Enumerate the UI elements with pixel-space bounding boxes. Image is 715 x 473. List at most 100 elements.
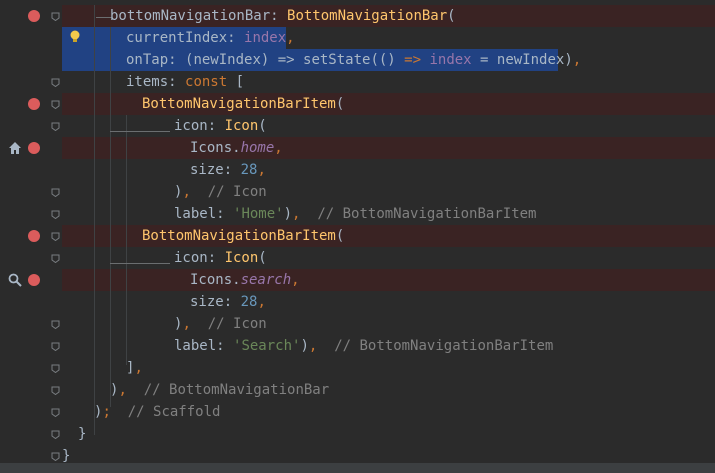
code-token-punc: : [207,118,225,134]
breakpoint-icon[interactable] [28,98,40,110]
code-token-str: 'Home' [233,206,284,222]
code-line[interactable]: ), // BottomNavigationBar [110,379,329,401]
code-token-punc: : [168,74,186,90]
fold-icon[interactable] [51,408,60,417]
intention-bulb-icon[interactable] [69,30,81,44]
code-token-field: size [190,294,224,310]
code-token-cmt: // Scaffold [127,404,221,420]
code-line[interactable]: label: 'Search'), // BottomNavigationBar… [174,335,553,357]
code-token-field: items [126,74,169,90]
code-token-kw: ; [102,404,111,420]
code-line[interactable]: BottomNavigationBarItem( [142,93,344,115]
fold-icon[interactable] [51,342,60,351]
fold-icon[interactable] [51,364,60,373]
code-token-punc: ( [335,228,345,244]
code-token-field: label [174,206,217,222]
fold-icon[interactable] [51,12,60,21]
code-line[interactable]: } [78,423,86,445]
code-line[interactable]: onTap: (newIndex) => setState(() => inde… [126,49,581,71]
code-token-named: index [429,52,472,68]
code-token-punc [300,206,317,222]
fold-icon[interactable] [51,452,60,461]
code-token-punc: ( [447,8,456,24]
code-token-kw: , [572,52,582,68]
code-token-static: search [240,272,292,288]
code-line[interactable]: BottomNavigationBarItem( [142,225,344,247]
code-line[interactable]: ], [126,357,143,379]
fold-icon[interactable] [51,430,60,439]
fold-icon[interactable] [51,320,60,329]
code-line[interactable]: label: 'Home'), // BottomNavigationBarIt… [174,203,536,225]
fold-icon[interactable] [51,188,60,197]
breakpoint-icon[interactable] [28,142,40,154]
code-token-kw: , [182,184,191,200]
code-token-punc [127,382,144,398]
code-token-punc: ) [283,206,293,222]
fold-icon[interactable] [51,386,60,395]
code-line[interactable]: Icons.home, [190,137,283,159]
code-token-punc: : [216,338,234,354]
code-token-punc: Icons. [190,272,241,288]
code-token-kw: => [404,52,422,68]
code-token-punc: : [270,8,288,24]
code-token-punc: Icons. [190,140,241,156]
code-token-kw: , [274,140,283,156]
tree-connector [110,131,170,132]
code-token-punc: } [78,426,87,442]
code-line[interactable]: currentIndex: index, [126,27,295,49]
code-token-punc: [ [227,74,245,90]
code-line[interactable]: ); // Scaffold [94,401,220,423]
fold-icon[interactable] [51,100,60,109]
code-line[interactable]: size: 28, [190,291,266,313]
code-token-field: icon [174,118,208,134]
breakpoint-line-highlight [62,269,715,291]
code-token-punc: ( [258,250,267,266]
fold-icon[interactable] [51,122,60,131]
code-token-kw: , [118,382,127,398]
home-icon [9,142,21,154]
code-line[interactable]: icon: Icon( [174,115,267,137]
code-line[interactable]: items: const [ [126,71,244,93]
code-line[interactable]: size: 28, [190,159,266,181]
code-token-field: label [174,338,217,354]
code-token-str: 'Search' [233,338,301,354]
code-token-punc: : [223,162,241,178]
fold-icon[interactable] [51,210,60,219]
horizontal-scrollbar[interactable] [0,463,715,473]
breakpoint-icon[interactable] [28,274,40,286]
editor-gutter[interactable] [0,0,62,473]
code-token-cmt: // Icon [207,316,267,332]
code-token-punc: = newIndex) [471,52,573,68]
code-line[interactable]: bottomNavigationBar: BottomNavigationBar… [110,5,456,27]
code-token-cmt: // BottomNavigationBarItem [317,206,537,222]
code-line[interactable]: ), // Icon [174,181,267,203]
code-token-kw: , [182,316,191,332]
code-token-cmt: // BottomNavigationBar [143,382,330,398]
code-token-static: home [240,140,275,156]
breakpoint-icon[interactable] [28,10,40,22]
code-token-field: size [190,162,224,178]
indent-guide [126,247,127,365]
code-token-punc [317,338,334,354]
code-token-field: onTap [126,52,169,68]
code-token-kw: , [286,30,295,46]
code-line[interactable]: ), // Icon [174,313,267,335]
code-token-punc: : [216,206,234,222]
code-line[interactable]: Icons.search, [190,269,300,291]
code-token-class: BottomNavigationBarItem [142,96,336,112]
breakpoint-icon[interactable] [28,230,40,242]
code-token-kw: , [257,294,266,310]
code-area[interactable]: bottomNavigationBar: BottomNavigationBar… [62,0,715,473]
code-token-field: bottomNavigationBar [110,8,271,24]
fold-icon[interactable] [51,232,60,241]
code-token-class: BottomNavigationBar [287,8,448,24]
fold-icon[interactable] [51,254,60,263]
search-icon [8,273,22,287]
code-token-class: BottomNavigationBarItem [142,228,336,244]
code-line[interactable]: icon: Icon( [174,247,267,269]
code-editor[interactable]: bottomNavigationBar: BottomNavigationBar… [0,0,715,473]
code-token-cmt: // BottomNavigationBarItem [334,338,554,354]
code-token-punc: : [223,294,241,310]
fold-icon[interactable] [51,78,60,87]
code-token-punc [191,184,208,200]
